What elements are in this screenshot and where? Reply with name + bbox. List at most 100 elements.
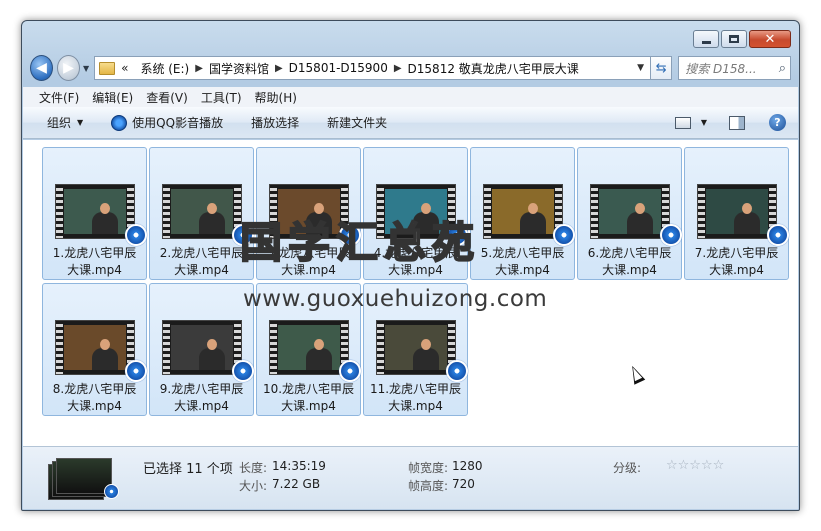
minimize-button[interactable] — [693, 30, 719, 48]
file-tile[interactable]: 6.龙虎八宅甲辰 大课.mp4 — [577, 147, 682, 280]
back-arrow-icon: ◀ — [36, 60, 47, 76]
address-bar[interactable]: « 系统 (E:) ▶ 国学资料馆 ▶ D15801-D15900 ▶ D158… — [94, 56, 652, 80]
video-file-icon — [446, 360, 468, 382]
video-file-icon — [125, 224, 147, 246]
length-label: 长度: — [239, 461, 268, 475]
refresh-icon: ⇆ — [655, 60, 667, 76]
window-controls: ✕ — [693, 30, 791, 48]
close-icon: ✕ — [764, 31, 776, 47]
file-name: 8.龙虎八宅甲辰 大课.mp4 — [52, 382, 137, 413]
menu-edit[interactable]: 编辑(E) — [92, 89, 133, 106]
file-name: 10.龙虎八宅甲辰 大课.mp4 — [262, 382, 355, 413]
video-file-icon — [553, 224, 575, 246]
folder-icon — [99, 61, 116, 75]
menu-bar: 文件(F) 编辑(E) 查看(V) 工具(T) 帮助(H) — [23, 87, 798, 107]
play-with-qq-label: 使用QQ影音播放 — [132, 116, 224, 130]
size-value: 7.22 GB — [272, 477, 321, 491]
breadcrumb-overflow[interactable]: « — [121, 61, 128, 75]
file-name: 11.龙虎八宅甲辰 大课.mp4 — [369, 382, 462, 413]
view-options-chevron-icon[interactable]: ▼ — [701, 118, 707, 127]
rating-stars[interactable]: ☆☆☆☆☆ — [666, 458, 724, 473]
play-selection-label: 播放选择 — [251, 116, 300, 130]
watermark-url: www.guoxuehuizong.com — [243, 286, 548, 312]
new-folder-label: 新建文件夹 — [327, 116, 388, 130]
back-button[interactable]: ◀ — [30, 55, 53, 81]
file-name: 5.龙虎八宅甲辰 大课.mp4 — [480, 246, 565, 277]
recent-pages-dropdown[interactable]: ▼ — [83, 64, 89, 73]
file-name: 1.龙虎八宅甲辰 大课.mp4 — [52, 246, 137, 277]
file-name: 2.龙虎八宅甲辰 大课.mp4 — [159, 246, 244, 277]
breadcrumb-separator[interactable]: ▶ — [195, 63, 203, 74]
address-history-dropdown[interactable]: ▼ — [637, 63, 644, 73]
video-thumbnail — [55, 320, 135, 375]
size-label: 大小: — [239, 479, 268, 493]
file-tile[interactable]: 5.龙虎八宅甲辰 大课.mp4 — [470, 147, 575, 280]
file-grid: 1.龙虎八宅甲辰 大课.mp4 2.龙虎八宅甲辰 大课.mp4 3.龙虎八宅甲辰 大课.m… — [42, 147, 789, 416]
video-file-icon — [660, 224, 682, 246]
frame-width-value: 1280 — [452, 459, 483, 473]
video-file-icon — [232, 360, 254, 382]
change-view-icon[interactable] — [674, 116, 691, 129]
video-thumbnail — [269, 320, 349, 375]
video-file-icon — [125, 360, 147, 382]
breadcrumb-drive[interactable]: 系统 (E:) — [140, 60, 189, 77]
maximize-button[interactable] — [721, 30, 747, 48]
command-bar: 组织 ▼ 使用QQ影音播放 播放选择 新建文件夹 ▼ ? — [23, 107, 798, 139]
organize-label: 组织 — [47, 116, 72, 130]
breadcrumb-range[interactable]: D15801-D15900 — [289, 61, 388, 75]
play-with-qq-button[interactable]: 使用QQ影音播放 — [111, 114, 223, 131]
video-file-icon — [339, 360, 361, 382]
video-thumbnail — [483, 184, 563, 239]
search-placeholder: 搜索 D158... — [685, 61, 757, 76]
file-name: 9.龙虎八宅甲辰 大课.mp4 — [159, 382, 244, 413]
video-thumbnail — [162, 184, 242, 239]
video-thumbnail — [376, 320, 456, 375]
video-thumbnail — [162, 320, 242, 375]
organize-button[interactable]: 组织 ▼ — [47, 114, 83, 131]
refresh-button[interactable]: ⇆ — [651, 56, 673, 80]
file-name: 6.龙虎八宅甲辰 大课.mp4 — [587, 246, 672, 277]
length-value: 14:35:19 — [272, 459, 326, 473]
video-thumbnail — [590, 184, 670, 239]
video-thumbnail — [697, 184, 777, 239]
breadcrumb-separator[interactable]: ▶ — [394, 63, 402, 74]
selection-count: 已选择 11 个项 — [143, 462, 233, 477]
details-pane: 已选择 11 个项 长度: 14:35:19 大小: 7.22 GB 帧宽度: … — [23, 446, 798, 509]
file-tile[interactable]: 9.龙虎八宅甲辰 大课.mp4 — [149, 283, 254, 416]
frame-height-value: 720 — [452, 477, 475, 491]
minimize-icon — [701, 40, 711, 44]
file-tile[interactable]: 7.龙虎八宅甲辰 大课.mp4 — [684, 147, 789, 280]
file-tile[interactable]: 8.龙虎八宅甲辰 大课.mp4 — [42, 283, 147, 416]
rating-label: 分级: — [613, 461, 642, 475]
file-tile[interactable]: 2.龙虎八宅甲辰 大课.mp4 — [149, 147, 254, 280]
watermark-logo-text: 国学汇总苑 — [239, 217, 481, 268]
close-button[interactable]: ✕ — [749, 30, 791, 48]
file-tile[interactable]: 1.龙虎八宅甲辰 大课.mp4 — [42, 147, 147, 280]
menu-view[interactable]: 查看(V) — [146, 89, 188, 106]
breadcrumb-current-folder[interactable]: D15812 敬真龙虎八宅甲辰大课 — [408, 60, 579, 77]
forward-button[interactable]: ▶ — [56, 55, 80, 81]
video-thumbnail — [55, 184, 135, 239]
forward-arrow-icon: ▶ — [63, 60, 74, 76]
breadcrumb-separator[interactable]: ▶ — [275, 63, 283, 74]
search-icon[interactable]: ⌕ — [779, 61, 786, 76]
file-name: 7.龙虎八宅甲辰 大课.mp4 — [694, 246, 779, 277]
frame-height-label: 帧高度: — [408, 479, 449, 493]
menu-tools[interactable]: 工具(T) — [201, 89, 242, 106]
preview-pane-icon[interactable] — [729, 115, 745, 130]
menu-help[interactable]: 帮助(H) — [255, 89, 297, 106]
selection-stack-thumbnail — [48, 456, 119, 500]
video-file-icon — [767, 224, 789, 246]
help-icon[interactable]: ? — [769, 114, 786, 131]
video-file-icon — [104, 484, 119, 499]
frame-width-label: 帧宽度: — [408, 461, 449, 475]
menu-file[interactable]: 文件(F) — [39, 89, 79, 106]
new-folder-button[interactable]: 新建文件夹 — [327, 114, 387, 131]
toolbar-right: ▼ ? — [674, 114, 798, 131]
qq-player-icon — [111, 114, 128, 131]
chevron-down-icon: ▼ — [77, 118, 84, 127]
navigation-bar: ◀ ▶ ▼ « 系统 (E:) ▶ 国学资料馆 ▶ D15801-D15900 … — [30, 54, 792, 82]
search-input[interactable]: 搜索 D158... ⌕ — [678, 56, 792, 80]
breadcrumb-library[interactable]: 国学资料馆 — [209, 60, 269, 77]
play-selection-button[interactable]: 播放选择 — [251, 114, 299, 131]
